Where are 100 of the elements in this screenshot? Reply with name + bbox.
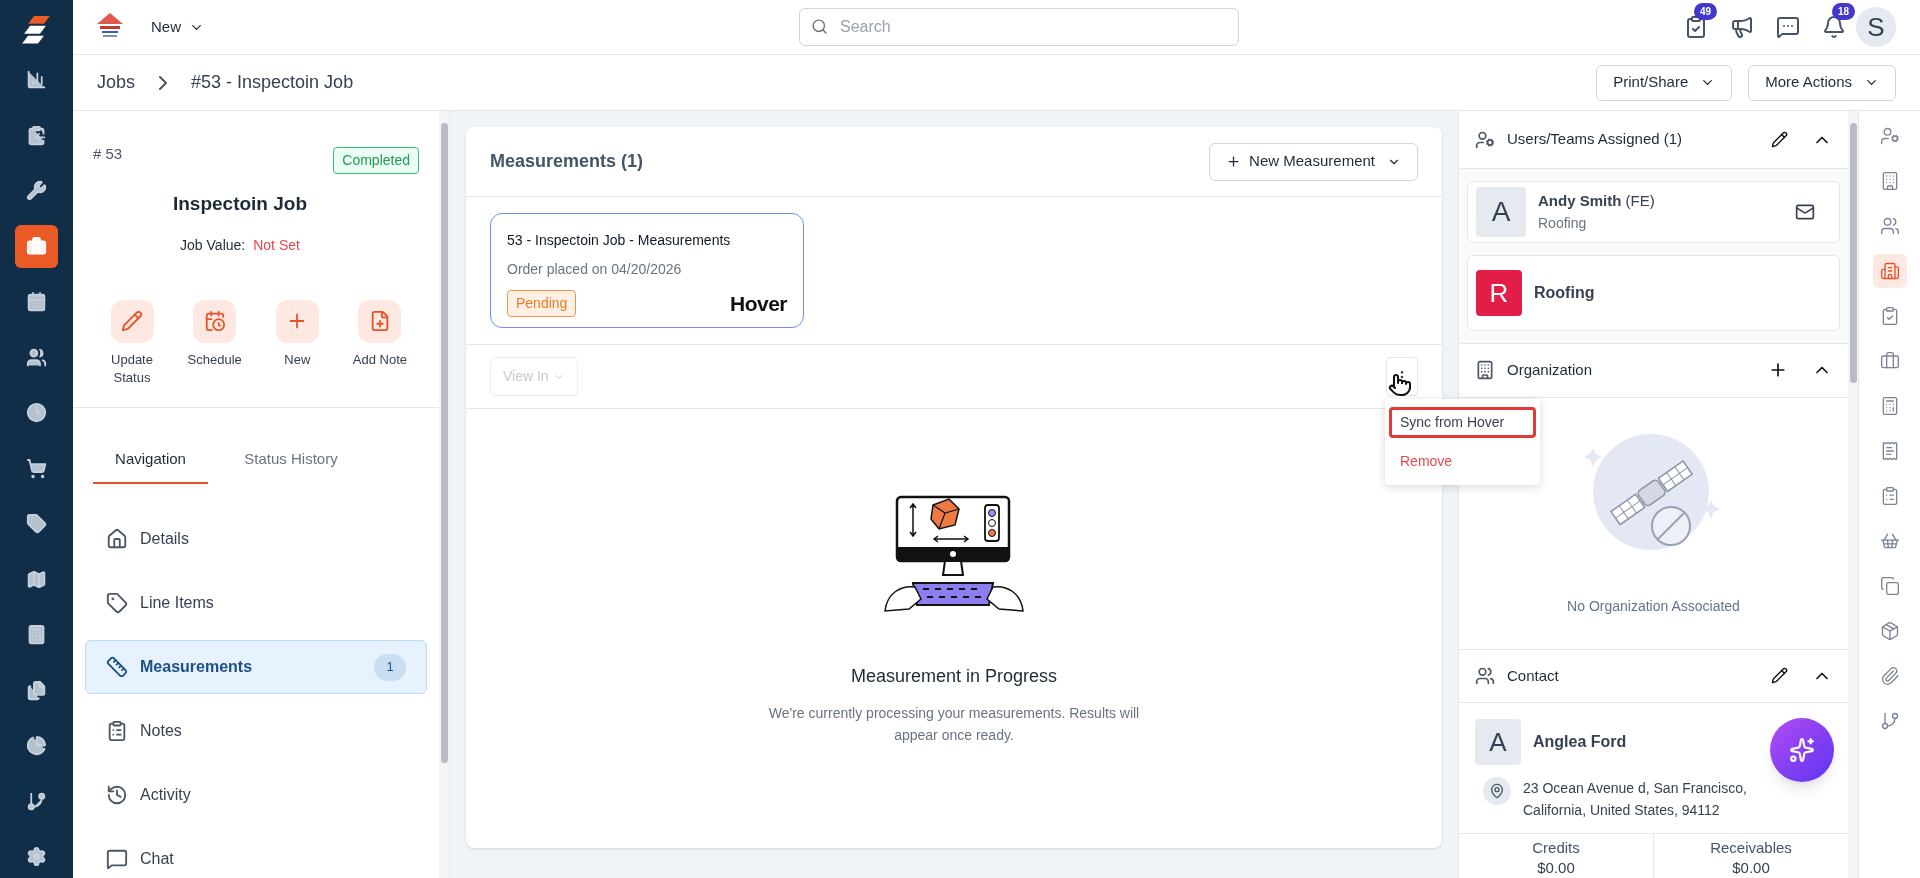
building-icon: [1475, 360, 1495, 381]
section-title: Measurements (1): [490, 150, 644, 173]
sidebar-item[interactable]: [15, 225, 58, 268]
quick-action-button[interactable]: Add Note: [344, 299, 415, 387]
briefcase-icon: [26, 235, 47, 257]
edit-icon[interactable]: [1771, 667, 1788, 685]
pie-chart-icon: [26, 735, 47, 757]
quick-action-button[interactable]: Schedule: [179, 299, 250, 387]
search-icon: [811, 18, 828, 35]
empty-state-text: No Organization Associated: [1567, 596, 1740, 616]
status-badge: Pending: [507, 290, 577, 318]
bell-icon[interactable]: [1822, 15, 1846, 39]
task-list-icon[interactable]: [1684, 15, 1708, 39]
job-value-label: Job Value:: [180, 235, 246, 255]
status-badge: Completed: [333, 147, 419, 174]
chat-icon: [106, 848, 128, 870]
balance-value: $0.00: [1537, 858, 1575, 878]
job-number: # 53: [93, 144, 123, 164]
side-tab[interactable]: [1872, 254, 1907, 288]
clock-icon: [26, 402, 47, 424]
home-icon: [106, 528, 128, 550]
clipboard-icon: [106, 720, 128, 742]
member-name: Andy Smith (FE): [1538, 191, 1656, 212]
page-title: #53 - Inspectoin Job: [191, 71, 354, 94]
contact-icon: [1475, 665, 1495, 686]
settings-icon: [26, 846, 47, 868]
nav-item[interactable]: Chat: [85, 832, 427, 878]
section-title: Users/Teams Assigned (1): [1507, 129, 1684, 150]
user-icon: [1475, 129, 1495, 150]
measurement-card[interactable]: 53 - Inspectoin Job - Measurements Order placed on 04/20/2026 Pending Hover: [490, 213, 804, 328]
edit-icon[interactable]: [1771, 131, 1788, 149]
member-team: Roofing: [1538, 214, 1588, 233]
paperclip-icon: [1879, 666, 1900, 686]
ruler-icon: [106, 656, 128, 678]
empty-state-title: Measurement in Progress: [850, 665, 1058, 688]
user-avatar[interactable]: S: [1856, 7, 1896, 47]
provider-logo: Hover: [730, 291, 787, 317]
tools-icon: [26, 180, 47, 202]
tab[interactable]: Status History: [216, 447, 366, 484]
nav-item[interactable]: Details: [85, 512, 427, 566]
notification-badge: 49: [1694, 3, 1718, 20]
sparkle-icon: [1789, 737, 1815, 763]
users-icon: [1879, 216, 1900, 236]
job-title: Inspectoin Job: [171, 192, 309, 216]
clipboard-icon: [26, 124, 47, 146]
menu-item[interactable]: Sync from Hover: [1389, 407, 1536, 438]
team-name: Roofing: [1534, 283, 1595, 304]
balance-value: $0.00: [1732, 858, 1770, 878]
balance-label: Receivables: [1710, 838, 1792, 858]
files-icon: [26, 679, 47, 701]
order-date: Order placed on 04/20/2026: [507, 260, 683, 279]
tab[interactable]: Navigation: [93, 447, 208, 484]
nav-item[interactable]: Line Items: [85, 576, 427, 630]
balance-label: Credits: [1532, 838, 1580, 858]
megaphone-icon[interactable]: [1730, 15, 1754, 39]
chat-icon[interactable]: [1776, 15, 1800, 39]
quick-action-button[interactable]: Update Status: [97, 299, 167, 387]
menu-item[interactable]: Remove: [1389, 446, 1536, 477]
hand-cursor-icon: [1388, 373, 1412, 397]
cart-icon: [26, 457, 47, 479]
tag-icon: [106, 592, 128, 614]
nav-item[interactable]: Notes: [85, 704, 427, 758]
pencil-icon: [121, 310, 143, 332]
breadcrumb-link[interactable]: Jobs: [97, 69, 136, 96]
users-icon: [26, 346, 47, 368]
avatar: A: [1475, 719, 1521, 765]
nav-item[interactable]: Activity: [85, 768, 427, 822]
chevron-right-icon: [159, 75, 168, 90]
briefcase-icon: [1879, 351, 1900, 371]
count-badge: 1: [374, 653, 406, 681]
calendar-icon: [203, 310, 226, 332]
chart-icon: [26, 69, 47, 91]
tag-icon: [26, 513, 47, 535]
search-field[interactable]: Search: [799, 8, 1239, 46]
notification-badge: 18: [1832, 3, 1856, 20]
assistant-button[interactable]: [1770, 718, 1834, 782]
dropdown-button[interactable]: More Actions: [1748, 64, 1896, 101]
box-icon: [1879, 621, 1900, 641]
team-avatar: R: [1476, 270, 1522, 317]
nav-item[interactable]: Measurements 1: [85, 640, 427, 694]
contact-name: Anglea Ford: [1533, 732, 1627, 752]
calculator-icon: [26, 624, 47, 646]
history-icon: [106, 784, 128, 806]
user-icon: [1879, 126, 1900, 146]
contact-address: 23 Ocean Avenue d, San Francisco, California, United States, 94112: [1523, 779, 1748, 820]
section-title: Organization: [1507, 360, 1594, 381]
member-card[interactable]: R Roofing: [1467, 255, 1840, 332]
member-card[interactable]: A Andy Smith (FE) Roofing: [1467, 181, 1840, 244]
dropdown-button[interactable]: Print/Share: [1596, 64, 1733, 101]
cart-icon: [1879, 531, 1900, 551]
new-menu-button[interactable]: New: [151, 15, 204, 39]
mail-icon[interactable]: [1795, 202, 1815, 223]
avatar: A: [1476, 187, 1526, 238]
map-icon: [26, 568, 47, 590]
copy-icon: [1879, 576, 1900, 596]
quick-action-button[interactable]: New: [262, 299, 333, 387]
section-title: Contact: [1507, 665, 1560, 686]
plus-icon: [1226, 154, 1242, 169]
location-icon: [1489, 783, 1505, 799]
new-measurement-button[interactable]: New Measurement: [1209, 142, 1418, 181]
